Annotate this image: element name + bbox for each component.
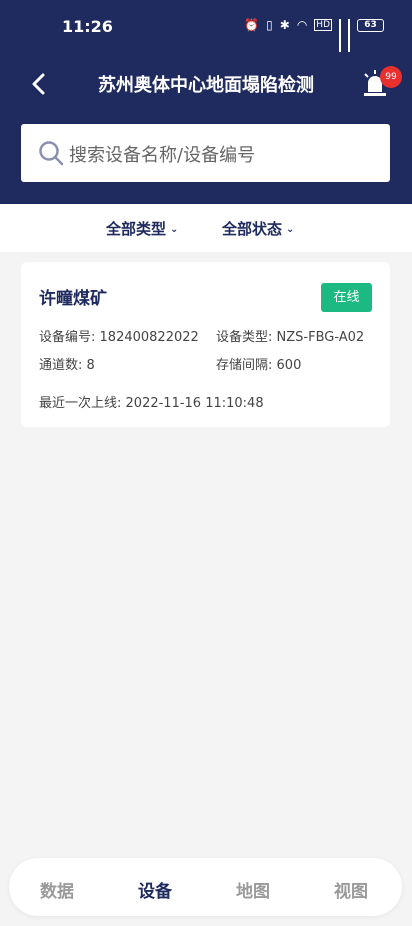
back-arrow-icon[interactable] — [26, 70, 52, 98]
device-last-online-value: 2022-11-16 11:10:48 — [125, 396, 264, 411]
device-code: 设备编号: 182400822022 — [39, 326, 199, 345]
device-name: 许疃煤矿 — [39, 289, 107, 309]
device-card[interactable]: 许疃煤矿 在线 设备编号: 182400822022 设备类型: NZS-FBG… — [21, 262, 390, 427]
bottom-tab-bar: 数据 设备 地图 视图 — [9, 858, 402, 916]
search-placeholder: 搜索设备名称/设备编号 — [69, 145, 256, 166]
header-background: 11:26 ⏰ ▯ ✱ ◠ HD 63 苏州奥体中心地面塌陷检测 99 搜索设备… — [0, 0, 412, 204]
tab-data[interactable]: 数据 — [40, 877, 74, 902]
device-interval-value: 600 — [276, 358, 302, 373]
device-channels-value: 8 — [86, 358, 95, 373]
device-last-online-label: 最近一次上线: — [39, 396, 122, 411]
bluetooth-icon: ✱ — [279, 18, 290, 32]
device-type-value: NZS-FBG-A02 — [276, 330, 365, 345]
status-icons: ⏰ ▯ ✱ ◠ HD 63 — [244, 18, 384, 52]
device-type-label: 设备类型: — [216, 330, 273, 345]
device-channels: 通道数: 8 — [39, 354, 95, 373]
status-badge: 在线 — [321, 283, 372, 312]
vibrate-icon: ▯ — [266, 18, 273, 32]
device-last-online: 最近一次上线: 2022-11-16 11:10:48 — [39, 392, 264, 411]
device-code-label: 设备编号: — [39, 330, 96, 345]
type-filter-label: 全部类型 — [106, 220, 167, 238]
alarm-clock-icon: ⏰ — [244, 18, 260, 32]
nav-bar: 苏州奥体中心地面塌陷检测 99 — [0, 56, 412, 112]
device-code-value: 182400822022 — [99, 330, 199, 345]
battery-icon: 63 — [357, 18, 384, 32]
search-icon — [39, 141, 64, 166]
alarm-count-badge: 99 — [380, 66, 402, 88]
device-channels-label: 通道数: — [39, 358, 83, 373]
status-time: 11:26 — [62, 17, 113, 36]
device-interval-label: 存储间隔: — [216, 358, 273, 373]
chevron-down-icon: ⌄ — [170, 224, 179, 235]
device-interval: 存储间隔: 600 — [216, 354, 301, 373]
tab-view[interactable]: 视图 — [334, 877, 368, 902]
signal-icon — [339, 19, 341, 52]
device-type: 设备类型: NZS-FBG-A02 — [216, 326, 364, 345]
wifi-icon: ◠ — [296, 18, 308, 32]
tab-devices[interactable]: 设备 — [138, 877, 172, 902]
filter-bar: 全部类型 ⌄ 全部状态 ⌄ — [0, 204, 412, 252]
page-title: 苏州奥体中心地面塌陷检测 — [98, 75, 314, 96]
hd-icon: HD — [314, 19, 332, 31]
type-filter-dropdown[interactable]: 全部类型 ⌄ — [106, 218, 178, 239]
status-filter-dropdown[interactable]: 全部状态 ⌄ — [222, 218, 294, 239]
status-filter-label: 全部状态 — [222, 220, 283, 238]
search-input[interactable]: 搜索设备名称/设备编号 — [21, 124, 390, 182]
tab-map[interactable]: 地图 — [236, 877, 270, 902]
chevron-down-icon: ⌄ — [286, 224, 295, 235]
status-bar: 11:26 ⏰ ▯ ✱ ◠ HD 63 — [0, 0, 412, 52]
signal-icon-2 — [348, 19, 350, 52]
